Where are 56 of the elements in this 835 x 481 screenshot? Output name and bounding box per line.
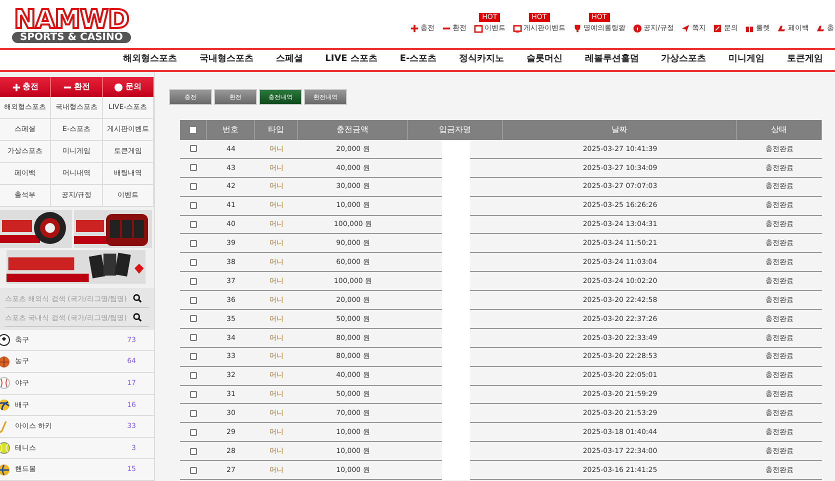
nav-link[interactable]: 가상스포츠 [661,53,706,67]
sidebar-action-button[interactable]: 문의 [102,77,154,97]
row-checkbox[interactable] [190,315,197,322]
trophy-icon [572,24,582,33]
volleyball-icon [0,398,10,411]
row-checkbox[interactable] [190,410,197,417]
row-checkbox[interactable] [190,391,197,398]
column-header: 번호 [207,120,255,140]
select-all-checkbox[interactable] [190,127,196,133]
row-checkbox[interactable] [190,428,197,436]
row-checkbox[interactable] [190,466,197,474]
nav-link[interactable]: LIVE 스포츠 [325,53,378,67]
row-checkbox[interactable] [190,164,197,172]
row-checkbox[interactable] [190,258,197,266]
row-checkbox[interactable] [190,183,197,190]
logo-wordmark[interactable]: NAMWD [14,6,129,34]
tennis-ball-icon [0,442,10,454]
handball-icon [0,464,10,476]
plus-icon [410,24,419,33]
nav-link[interactable]: 슬롯머신 [526,53,562,67]
calendar-icon [474,24,483,33]
row-checkbox[interactable] [190,221,197,228]
nav-link[interactable]: 국내형스포츠 [199,53,254,67]
nav-link[interactable]: 토큰게임 [786,53,823,67]
nav-link[interactable]: 스페셜 [276,53,303,67]
search-icon[interactable] [133,294,142,304]
nav-link[interactable]: 해외형스포츠 [123,53,177,67]
baseball-icon [0,377,10,390]
column-header: 상태 [737,120,822,140]
row-checkbox[interactable] [190,202,197,210]
column-header: 타입 [255,120,298,140]
logo-tagline: SPORTS & CASINO [12,32,131,43]
paper-plane-icon [681,24,690,33]
row-checkbox[interactable] [190,145,197,152]
basketball-icon [0,356,10,368]
gift-icon [745,24,754,33]
redaction-block [442,140,470,159]
pencil-icon [713,24,722,33]
sidebar-action-button[interactable]: 충전 [0,77,52,97]
nav-link[interactable]: E-스포츠 [400,53,437,67]
row-checkbox[interactable] [190,448,197,455]
nav-link[interactable]: 레볼루션홀덤 [584,53,639,67]
column-header: 날짜 [503,120,737,140]
row-checkbox[interactable] [190,240,197,247]
row-checkbox[interactable] [190,278,197,285]
sidebar-action-button[interactable]: 환전 [51,77,103,97]
nav-link[interactable]: 정식카지노 [459,53,504,67]
row-checkbox[interactable] [190,296,197,304]
nav-link[interactable]: 미니게임 [728,53,765,67]
row-checkbox[interactable] [190,372,197,380]
row-checkbox[interactable] [190,334,197,342]
row-checkbox[interactable] [190,353,197,360]
search-icon[interactable] [133,313,142,322]
plus-icon [12,82,21,92]
column-header: 충전금액 [298,120,408,140]
board-icon [512,24,522,33]
